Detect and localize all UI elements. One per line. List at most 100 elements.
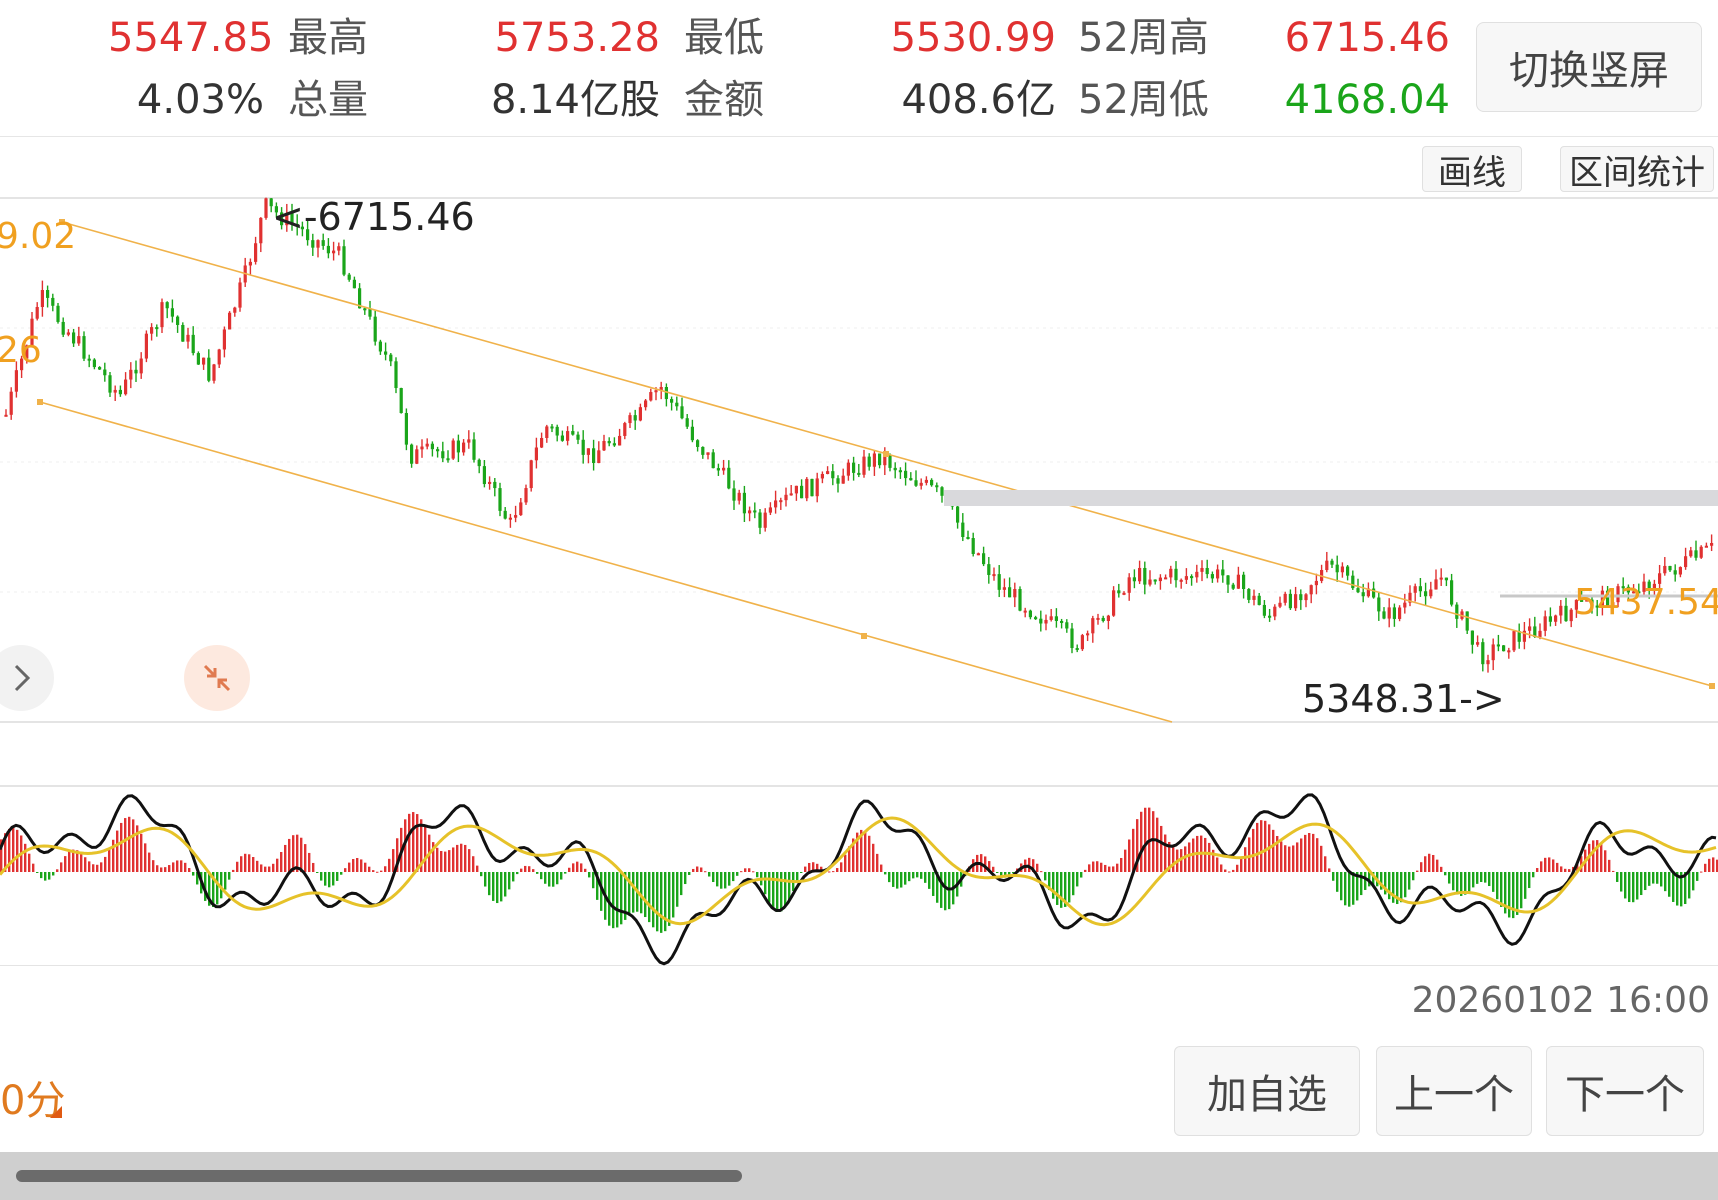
macd-bar (216, 872, 219, 905)
candle-body (618, 435, 622, 446)
candle-body (1226, 575, 1230, 585)
macd-bar (324, 872, 327, 886)
macd-bar (1232, 869, 1235, 872)
prev-stock-button[interactable]: 上一个 (1376, 1046, 1532, 1136)
macd-bar (572, 863, 575, 872)
macd-bar (352, 859, 355, 872)
candle-body (1481, 642, 1485, 665)
candle-body (373, 316, 377, 342)
macd-bar (1456, 872, 1459, 895)
candle-body (711, 452, 715, 469)
candle-body (254, 243, 258, 262)
macd-bar (172, 862, 175, 872)
candle-body (789, 493, 793, 496)
candle-body (415, 449, 419, 464)
peak-annotation: <-6715.46 (272, 196, 475, 239)
macd-bar (416, 814, 419, 872)
macd-bar (1144, 807, 1147, 872)
macd-bar (1128, 839, 1131, 872)
macd-bar (1432, 854, 1435, 872)
range-stats-button[interactable]: 区间统计 (1560, 146, 1714, 193)
macd-bar (896, 872, 899, 889)
candle-body (857, 472, 861, 475)
candle-body (1257, 595, 1261, 605)
macd-bar (292, 835, 295, 872)
macd-bar (644, 872, 647, 918)
macd-bar (1500, 872, 1503, 907)
macd-bar (276, 858, 279, 872)
macd-bar (440, 850, 443, 872)
macd-bar (1592, 840, 1595, 872)
macd-bar (1492, 872, 1495, 892)
candle-body (352, 279, 356, 289)
macd-bar (864, 830, 867, 872)
macd-bar (1488, 872, 1491, 887)
candle-body (1392, 607, 1396, 619)
candle-body (966, 537, 970, 540)
macd-bar (576, 861, 579, 872)
collapse-button[interactable] (184, 645, 250, 711)
candle-body (1684, 556, 1688, 568)
candle-body (638, 407, 642, 421)
draw-line-button[interactable]: 画线 (1422, 146, 1522, 193)
candle-body (722, 467, 726, 471)
macd-bar (1220, 864, 1223, 872)
candle-body (77, 336, 81, 344)
macd-bar (1164, 834, 1167, 872)
macd-bar (356, 857, 359, 872)
candle-body (1351, 575, 1355, 589)
add-watchlist-button[interactable]: 加自选 (1174, 1046, 1360, 1136)
macd-bar (924, 872, 927, 883)
macd-bar (332, 872, 335, 886)
candle-body (1002, 587, 1006, 590)
horizontal-scrollbar[interactable] (16, 1170, 742, 1182)
macd-bar (1256, 822, 1259, 872)
macd-bar (920, 872, 923, 879)
macd-bar (1480, 872, 1483, 882)
candle-body (893, 467, 897, 471)
macd-bar (1072, 872, 1075, 896)
macd-bar (652, 872, 655, 928)
switch-portrait-button[interactable]: 切换竖屏 (1476, 22, 1702, 112)
candle-body (774, 500, 778, 508)
macd-bar (40, 872, 43, 879)
macd-bar (1424, 856, 1427, 872)
macd-bar (1068, 872, 1071, 903)
candle-body (888, 455, 892, 468)
candle-body (181, 324, 185, 342)
macd-bar (780, 872, 783, 912)
macd-bar (1392, 872, 1395, 903)
candle-body (1413, 586, 1417, 593)
macd-bar (712, 872, 715, 883)
next-stock-button[interactable]: 下一个 (1546, 1046, 1704, 1136)
candle-body (826, 471, 830, 474)
candle-body (1439, 577, 1443, 580)
candle-body (462, 442, 466, 453)
candle-body (706, 452, 710, 455)
candle-body (898, 470, 902, 473)
macd-bar (140, 833, 143, 872)
candle-body (1158, 577, 1162, 582)
candle-body (404, 413, 408, 445)
candle-body (930, 479, 934, 486)
candle-body (1694, 550, 1698, 558)
candle-body (1127, 577, 1131, 593)
candle-body (40, 290, 44, 308)
candle-body (1450, 580, 1454, 605)
candle-body (92, 359, 96, 368)
candle-body (1554, 615, 1558, 622)
candle-body (176, 316, 180, 325)
change-percent: 4.03% (136, 77, 264, 123)
candle-body (1049, 616, 1053, 620)
macd-bar (1096, 861, 1099, 872)
candle-body (202, 357, 206, 365)
candle-body (1538, 630, 1542, 637)
macd-bar (1260, 820, 1263, 872)
candle-body (1268, 615, 1272, 618)
macd-bar (1608, 859, 1611, 872)
candle-body (815, 478, 819, 497)
candle-body (363, 308, 367, 311)
kline-chart[interactable]: 9.02 26 <-6715.46 5348.31-> 5437.54 (0, 196, 1718, 966)
macd-bar (1116, 863, 1119, 872)
candle-body (1200, 567, 1204, 572)
